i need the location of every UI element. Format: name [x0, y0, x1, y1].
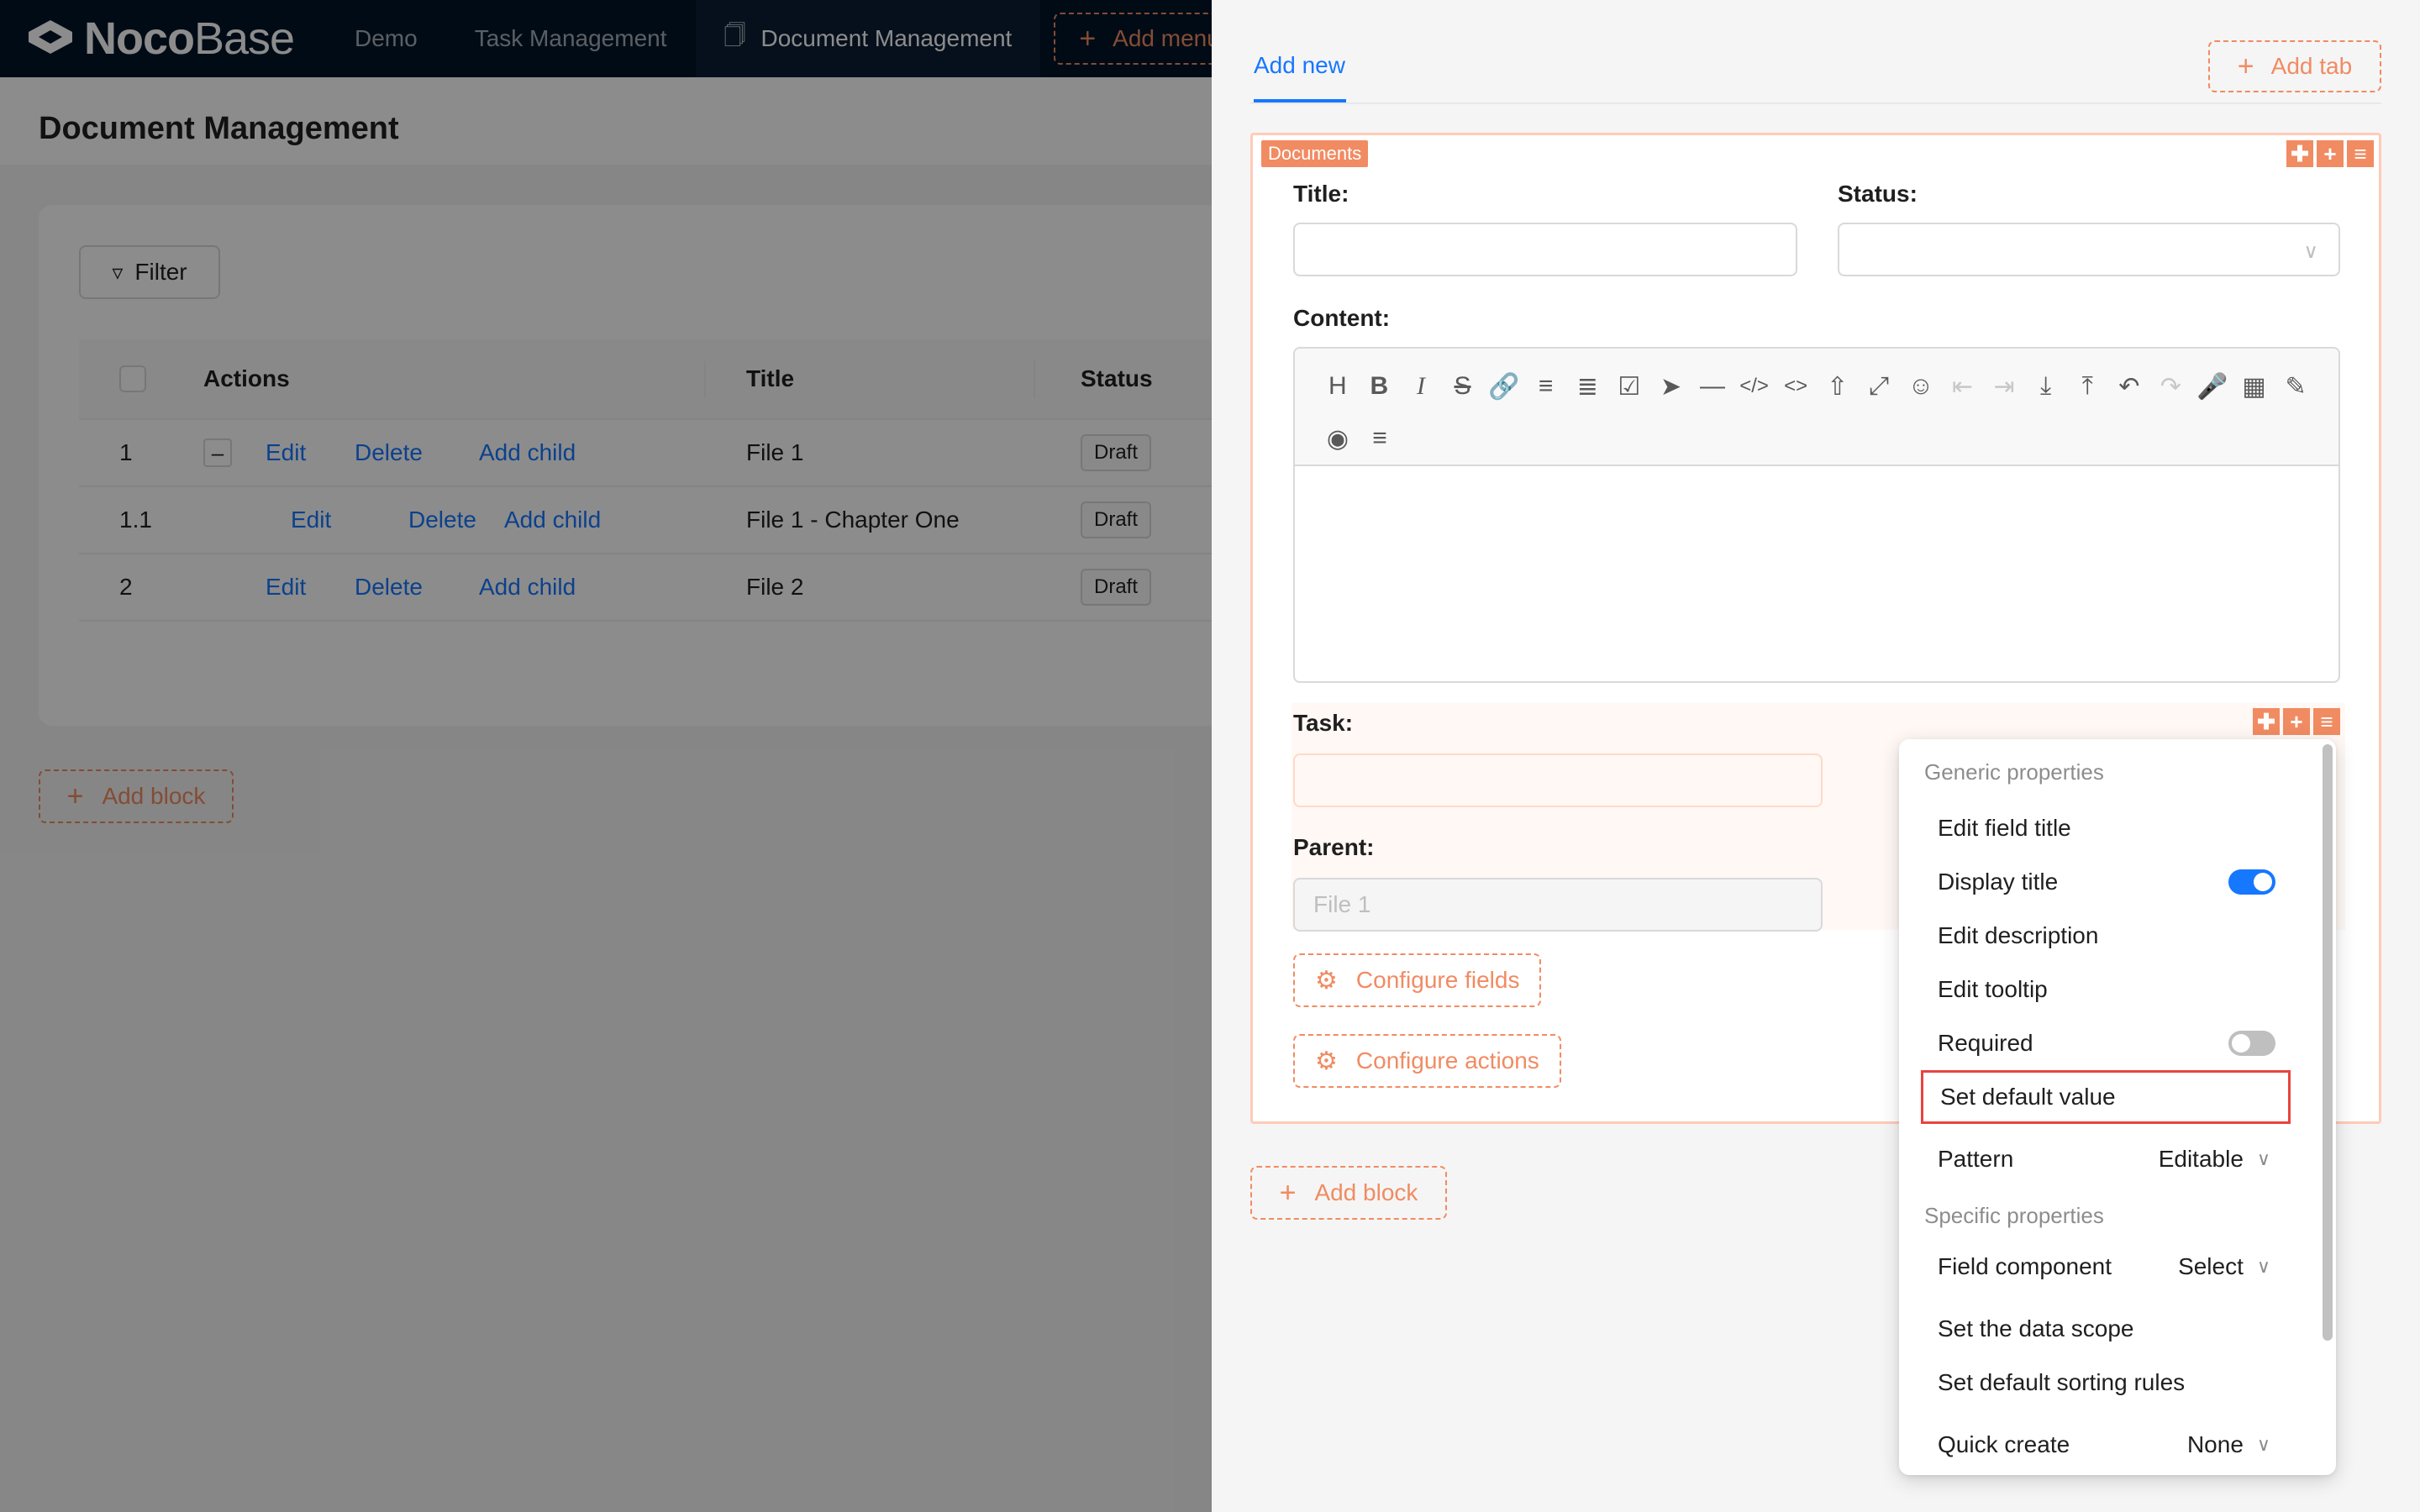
quote-icon[interactable]: ➤	[1650, 365, 1692, 407]
upload-icon[interactable]: ⇧	[1817, 365, 1859, 407]
code-block-icon[interactable]: </>	[1733, 365, 1776, 407]
menu-item-edit-description[interactable]: Edit description	[1921, 909, 2291, 963]
add-tab-button[interactable]: + Add tab	[2208, 40, 2381, 92]
plus-icon: +	[2237, 50, 2254, 82]
ordered-list-icon[interactable]: ≣	[1566, 365, 1608, 407]
settings-menu-icon[interactable]: ≡	[2313, 708, 2340, 735]
gear-icon: ⚙	[1315, 1047, 1338, 1075]
chevron-down-icon: ∨	[2256, 1148, 2270, 1169]
required-label: Required	[1938, 1030, 2033, 1056]
parent-select: File 1	[1293, 878, 1823, 932]
bold-icon[interactable]: B	[1359, 365, 1401, 407]
plus-icon: +	[1279, 1176, 1297, 1209]
edit-mode-icon[interactable]: ✎	[2275, 365, 2317, 407]
checklist-icon[interactable]: ☑	[1608, 365, 1650, 407]
field-label-parent: Parent:	[1293, 834, 1375, 860]
required-toggle[interactable]	[2228, 1031, 2275, 1056]
undo-icon[interactable]: ↶	[2108, 365, 2150, 407]
chevron-down-icon: ∨	[2256, 1256, 2270, 1277]
quick-create-label: Quick create	[1938, 1431, 2070, 1457]
menu-item-edit-tooltip[interactable]: Edit tooltip	[1921, 963, 2291, 1016]
field-label-task: Task:	[1293, 710, 1354, 736]
menu-item-field-component[interactable]: Field component Select ∨	[1921, 1240, 2291, 1294]
menu-group-specific: Specific properties	[1924, 1203, 2104, 1228]
field-label-status: Status:	[1838, 181, 1918, 207]
configure-actions-label: Configure actions	[1355, 1047, 1539, 1074]
menu-item-quick-create[interactable]: Quick create None ∨	[1921, 1418, 2291, 1472]
add-icon[interactable]: +	[2317, 140, 2344, 167]
field-component-label: Field component	[1938, 1253, 2112, 1279]
add-block-label: Add block	[1314, 1179, 1418, 1205]
chevron-down-icon: ∨	[2303, 240, 2318, 263]
outline-icon[interactable]: ≡	[1359, 417, 1401, 459]
inline-code-icon[interactable]: <>	[1775, 365, 1817, 407]
markdown-editor: H B I S 🔗 ≡ ≣ ☑ ➤ — </> <> ⇧ ⤢ ☺ ⇤ ⇥ ⤓ ⤒…	[1293, 347, 2340, 683]
strikethrough-icon[interactable]: S	[1442, 365, 1484, 407]
gear-icon: ⚙	[1315, 966, 1338, 995]
indent-icon[interactable]: ⇥	[1983, 365, 2025, 407]
field-label-content: Content:	[1293, 305, 1391, 331]
display-title-toggle[interactable]	[2228, 869, 2275, 895]
redo-icon[interactable]: ↷	[2150, 365, 2192, 407]
link-icon[interactable]: 🔗	[1483, 365, 1525, 407]
record-icon[interactable]: 🎤	[2191, 365, 2233, 407]
drawer-tabs: Add new + Add tab	[1250, 0, 2381, 104]
configure-fields-button[interactable]: ⚙ Configure fields	[1293, 953, 1542, 1007]
menu-item-required[interactable]: Required	[1921, 1016, 2291, 1070]
field-settings-menu: Generic properties Edit field title Disp…	[1899, 739, 2336, 1475]
task-select[interactable]	[1293, 753, 1823, 807]
block-toolbar: ✚ + ≡	[2286, 140, 2374, 167]
active-tab-indicator	[1254, 99, 1346, 102]
add-block-button[interactable]: + Add block	[1250, 1166, 1447, 1220]
preview-icon[interactable]: ◉	[1317, 417, 1359, 459]
menu-item-display-title[interactable]: Display title	[1921, 855, 2291, 909]
menu-item-set-data-scope[interactable]: Set the data scope	[1921, 1302, 2291, 1356]
menu-group-generic: Generic properties	[1924, 759, 2104, 785]
field-label-title: Title:	[1293, 181, 1349, 207]
add-tab-label: Add tab	[2270, 53, 2353, 79]
field-component-value: Select ∨	[2178, 1253, 2270, 1279]
horizontal-rule-icon[interactable]: —	[1691, 365, 1733, 407]
title-input[interactable]	[1293, 223, 1797, 276]
menu-item-edit-field-title[interactable]: Edit field title	[1921, 801, 2291, 855]
emoji-icon[interactable]: ☺	[1900, 365, 1942, 407]
quick-create-value: None ∨	[2186, 1431, 2270, 1457]
display-title-label: Display title	[1938, 869, 2059, 895]
menu-scrollbar[interactable]	[2323, 744, 2333, 1341]
add-icon[interactable]: +	[2283, 708, 2310, 735]
fullscreen-icon[interactable]: ⤢	[1859, 365, 1901, 407]
pattern-label: Pattern	[1938, 1146, 2014, 1172]
settings-menu-icon[interactable]: ≡	[2347, 140, 2374, 167]
menu-item-pattern[interactable]: Pattern Editable ∨	[1921, 1132, 2291, 1186]
editor-toolbar: H B I S 🔗 ≡ ≣ ☑ ➤ — </> <> ⇧ ⤢ ☺ ⇤ ⇥ ⤓ ⤒…	[1295, 349, 2338, 466]
heading-icon[interactable]: H	[1317, 365, 1359, 407]
insert-before-icon[interactable]: ⤒	[2066, 365, 2108, 407]
configure-fields-label: Configure fields	[1355, 967, 1520, 993]
task-field-toolbar: ✚ + ≡	[2253, 708, 2340, 735]
menu-item-set-default-value[interactable]: Set default value	[1921, 1070, 2291, 1124]
italic-icon[interactable]: I	[1400, 365, 1442, 407]
chevron-down-icon: ∨	[2256, 1434, 2270, 1455]
bullet-list-icon[interactable]: ≡	[1525, 365, 1567, 407]
menu-item-set-sorting-rules[interactable]: Set default sorting rules	[1921, 1356, 2291, 1410]
drag-handle-icon[interactable]: ✚	[2253, 708, 2280, 735]
pattern-value: Editable ∨	[2158, 1146, 2270, 1172]
table-icon[interactable]: ▦	[2233, 365, 2275, 407]
drag-handle-icon[interactable]: ✚	[2286, 140, 2313, 167]
block-collection-badge: Documents	[1261, 140, 1369, 167]
configure-actions-button[interactable]: ⚙ Configure actions	[1293, 1034, 1561, 1088]
status-select[interactable]: ∨	[1838, 223, 2340, 276]
outdent-icon[interactable]: ⇤	[1942, 365, 1984, 407]
tab-add-new[interactable]: Add new	[1254, 52, 1345, 79]
insert-after-icon[interactable]: ⤓	[2025, 365, 2067, 407]
